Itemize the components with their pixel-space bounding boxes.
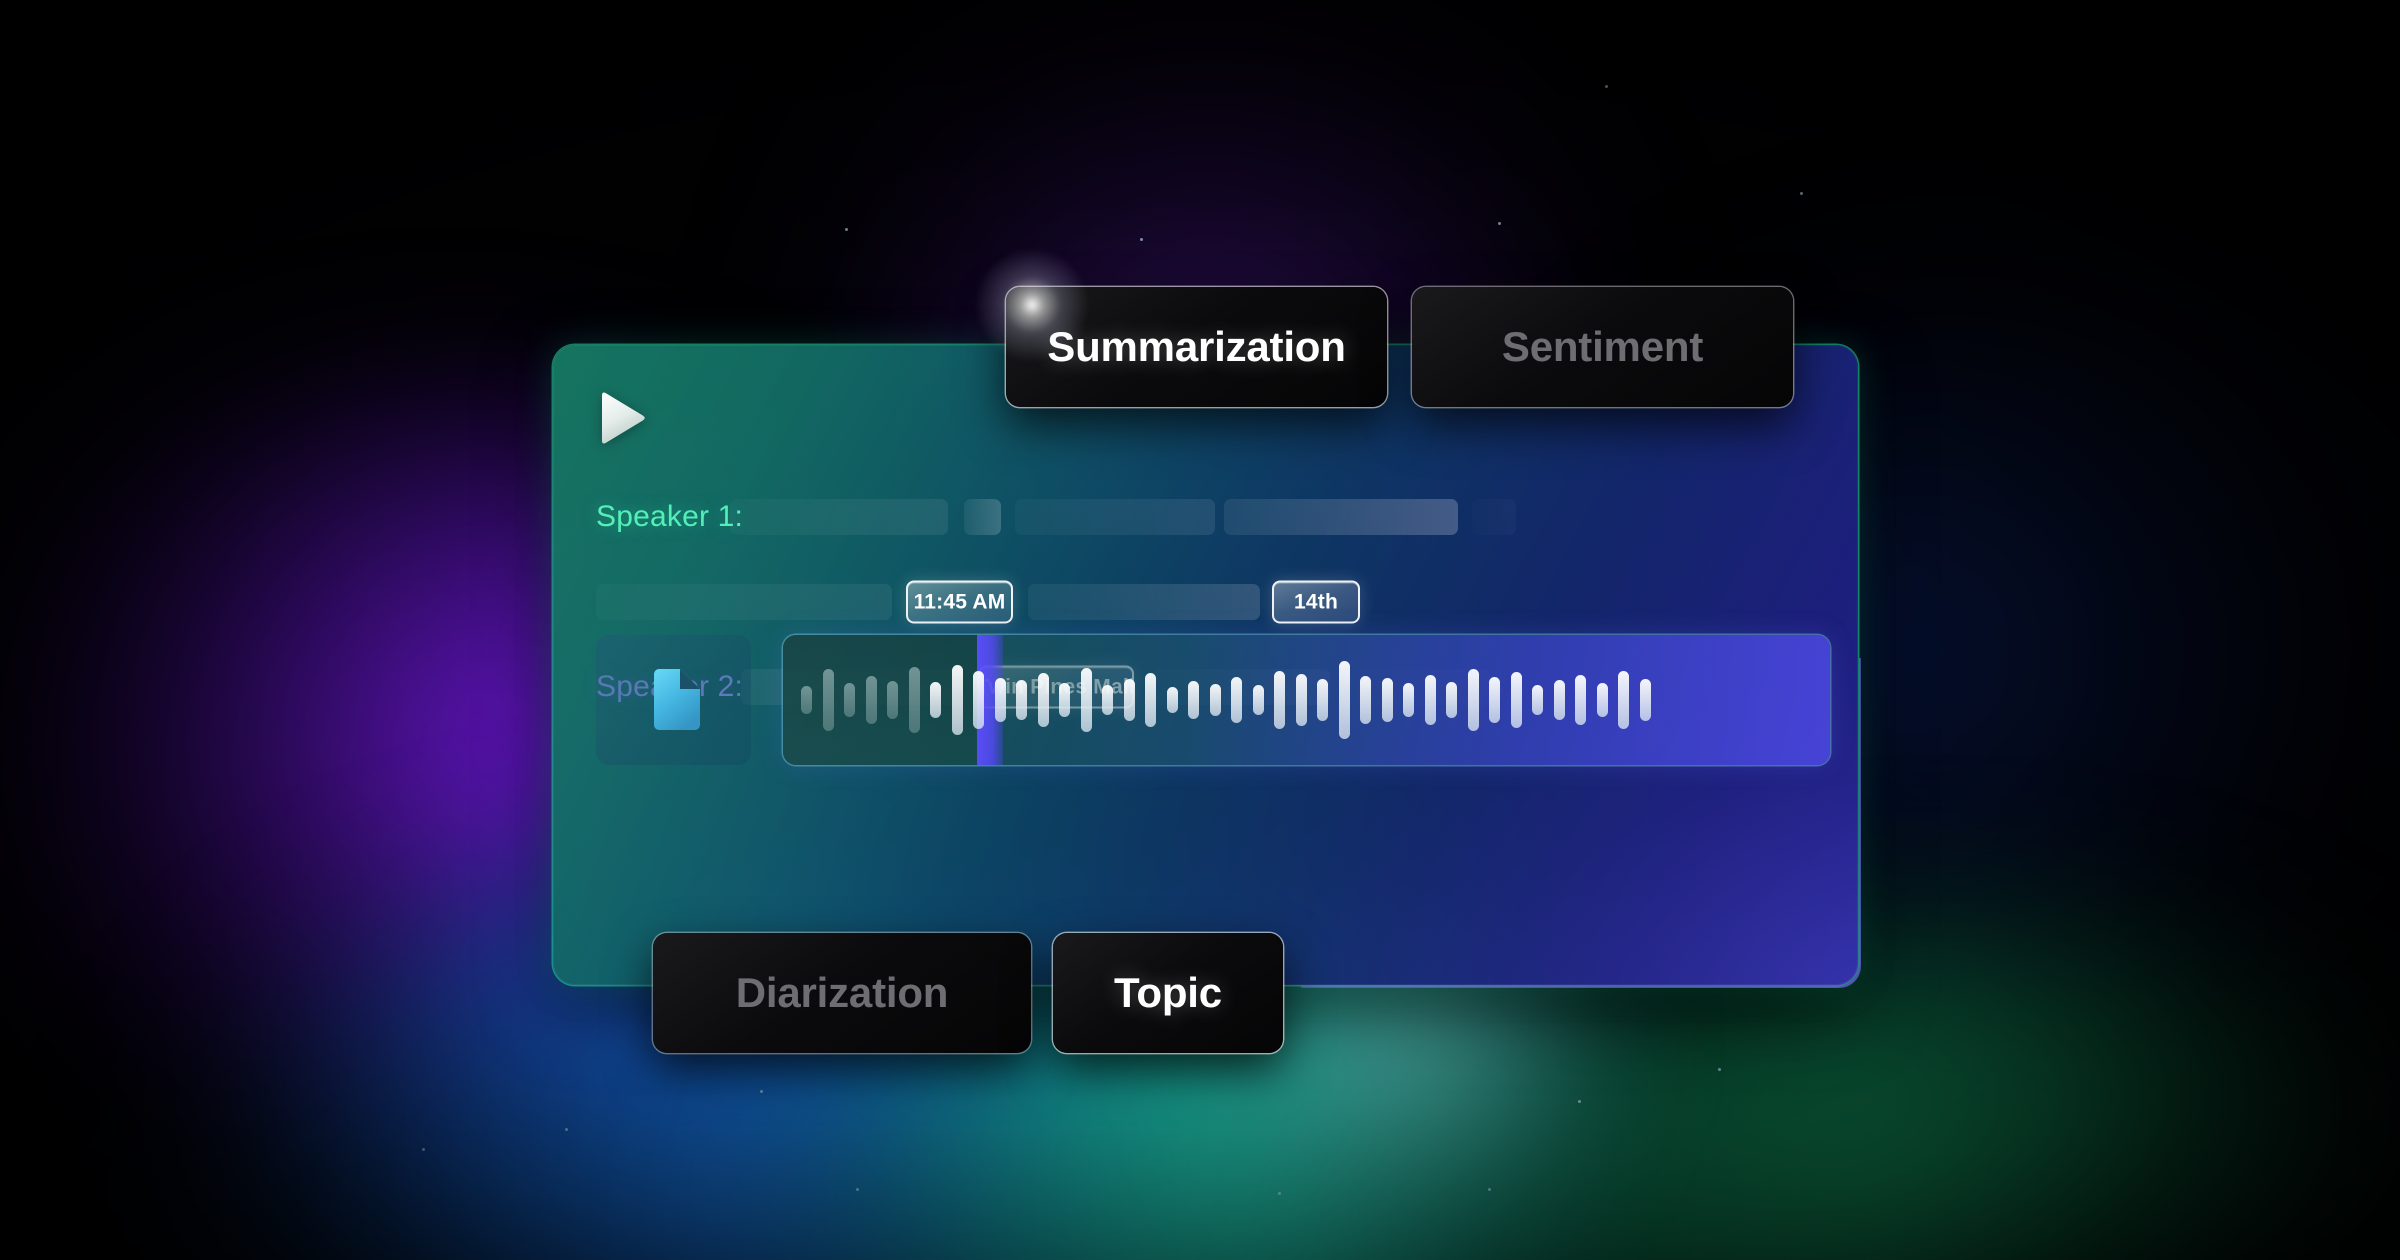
waveform-bar [1252, 685, 1264, 715]
audio-waveform[interactable] [783, 635, 1830, 765]
chip-topic[interactable]: Topic [1053, 933, 1283, 1053]
chip-topic-label: Topic [1114, 969, 1222, 1016]
waveform-bar [1166, 687, 1178, 713]
transcript-row: Speaker 1: [596, 495, 1830, 539]
waveform-bar [1489, 677, 1500, 723]
waveform-bar [1596, 683, 1608, 717]
waveform-bar [1274, 671, 1285, 729]
chip-diarization[interactable]: Diarization [653, 933, 1031, 1053]
waveform-bar [1467, 669, 1479, 731]
waveform-bar [865, 676, 877, 724]
waveform-bar [1123, 679, 1135, 721]
redacted-text-block [596, 584, 892, 620]
waveform-bar [1338, 661, 1350, 739]
waveform-bar [887, 681, 898, 719]
waveform-bar [908, 667, 920, 733]
waveform-bar [1639, 679, 1651, 721]
speaker-label: Speaker 1: [596, 500, 744, 533]
waveform-bar [1102, 685, 1113, 715]
waveform-bar [994, 678, 1006, 722]
waveform-bar [1209, 684, 1221, 716]
chip-sentiment[interactable]: Sentiment [1412, 287, 1793, 407]
waveform-bar [801, 686, 812, 714]
redacted-text-block [1224, 499, 1458, 535]
chip-summarization-label: Summarization [1047, 323, 1346, 370]
document-file-icon [653, 669, 700, 730]
redacted-text-block [1015, 499, 1215, 535]
redacted-text-block [1028, 584, 1260, 620]
waveform-bar [1575, 675, 1586, 725]
waveform-bar [951, 665, 963, 735]
waveform-bar [1231, 677, 1242, 723]
waveform-bar [1618, 671, 1629, 729]
entity-pill[interactable]: 11:45 AM [906, 580, 1013, 624]
waveform-bar [1510, 672, 1522, 728]
transcript-card: Speaker 1:11:45 AM14thSpeaker 2:Twin Pin… [553, 345, 1861, 988]
transcript-row: 11:45 AM 14th [596, 580, 1830, 624]
waveform-bar [844, 683, 855, 717]
waveform-bar [973, 671, 984, 729]
redacted-text-block [730, 499, 948, 535]
waveform-bar [1360, 676, 1371, 724]
waveform-bar [822, 669, 834, 731]
waveform-bar [1188, 681, 1199, 719]
play-button[interactable] [596, 390, 648, 446]
file-attachment-tile[interactable] [596, 635, 751, 765]
waveform-bar [1295, 674, 1307, 726]
waveform-bar [1553, 680, 1565, 720]
waveform-bar [1037, 673, 1049, 727]
waveform-bar [1317, 679, 1328, 721]
waveform-bar [1016, 680, 1027, 720]
chip-summarization[interactable]: Summarization [972, 245, 1387, 407]
waveform-bar [1532, 685, 1543, 715]
chip-sentiment-label: Sentiment [1501, 323, 1704, 370]
waveform-bar [1145, 673, 1156, 727]
waveform-bar [1424, 675, 1436, 725]
redacted-text-block [964, 499, 1001, 535]
redacted-text-block [1472, 499, 1516, 535]
waveform-bar [1446, 682, 1457, 718]
entity-pill[interactable]: 14th [1272, 580, 1360, 624]
chip-diarization-label: Diarization [735, 969, 949, 1016]
waveform-bar [1381, 678, 1393, 722]
waveform-bar [1403, 683, 1414, 717]
waveform-bars [783, 635, 1830, 765]
waveform-bar [930, 682, 941, 718]
media-bar [596, 635, 1830, 765]
waveform-bar [1059, 683, 1070, 717]
play-icon [602, 392, 645, 444]
waveform-bar [1080, 668, 1092, 732]
